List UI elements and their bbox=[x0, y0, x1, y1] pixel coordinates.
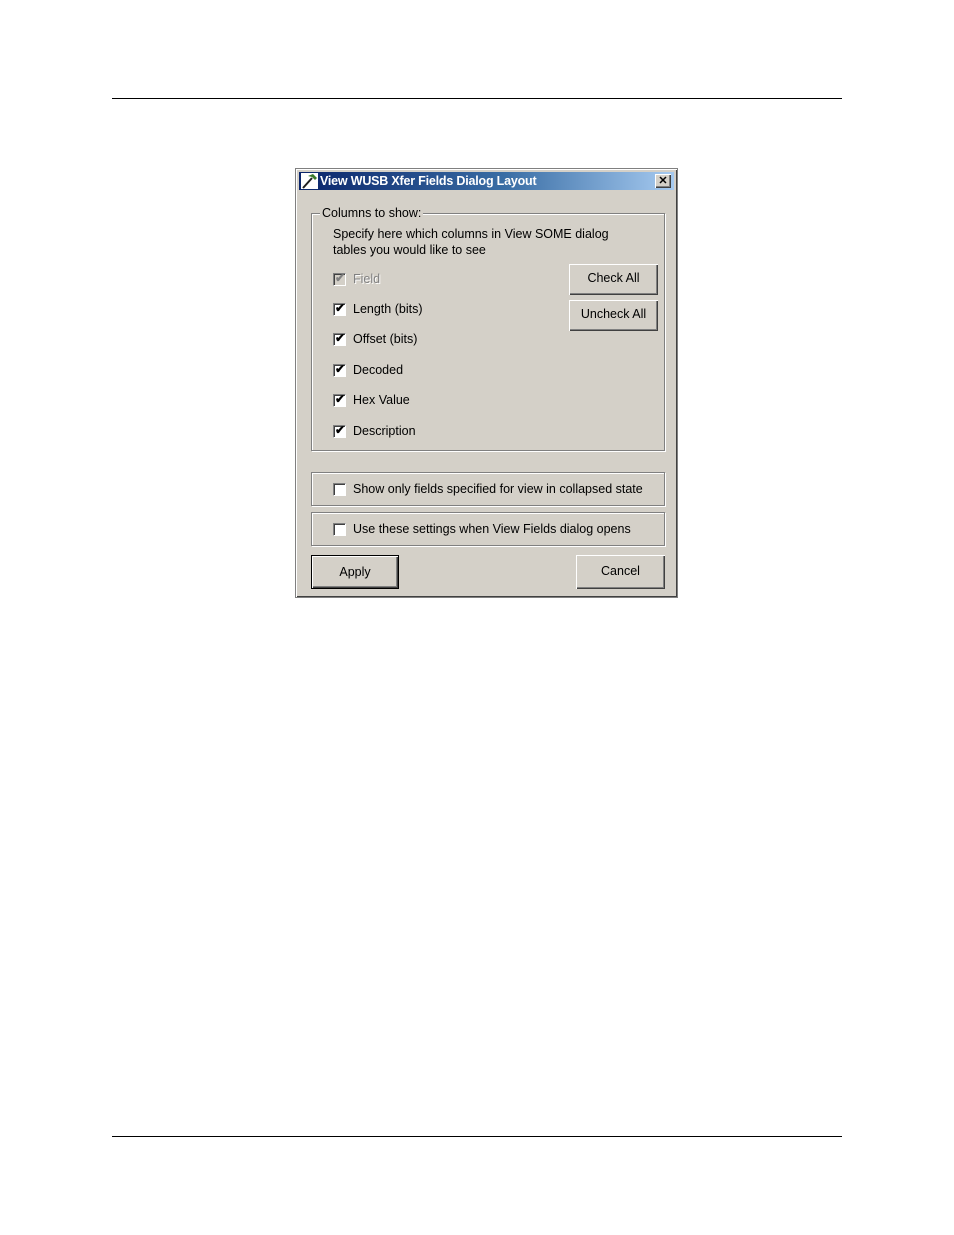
collapsed-state-option-box: Show only fields specified for view in c… bbox=[311, 472, 665, 506]
dialog-title: View WUSB Xfer Fields Dialog Layout bbox=[320, 174, 537, 188]
column-checkbox-hex-value[interactable]: ✔ Hex Value bbox=[333, 392, 410, 408]
footer-rule bbox=[112, 1136, 842, 1137]
collapsed-state-checkbox-row[interactable]: Show only fields specified for view in c… bbox=[333, 481, 643, 497]
title-bar[interactable]: View WUSB Xfer Fields Dialog Layout ✕ bbox=[299, 172, 674, 190]
use-settings-option-box: Use these settings when View Fields dial… bbox=[311, 512, 665, 546]
checkbox-label[interactable]: Hex Value bbox=[353, 393, 410, 407]
close-icon: ✕ bbox=[658, 175, 668, 187]
check-mark-icon: ✔ bbox=[335, 330, 346, 345]
check-mark-icon: ✔ bbox=[335, 391, 346, 406]
header-rule bbox=[112, 98, 842, 99]
checkbox[interactable] bbox=[333, 482, 346, 496]
checkbox-label[interactable]: Description bbox=[353, 424, 416, 438]
checkbox[interactable]: ✔ bbox=[333, 330, 346, 346]
check-all-button[interactable]: Check All bbox=[569, 264, 658, 295]
view-fields-layout-dialog: View WUSB Xfer Fields Dialog Layout ✕ Co… bbox=[295, 168, 678, 598]
checkbox-label[interactable]: Use these settings when View Fields dial… bbox=[353, 522, 631, 536]
column-checkbox-length[interactable]: ✔ Length (bits) bbox=[333, 301, 422, 317]
uncheck-all-button[interactable]: Uncheck All bbox=[569, 300, 658, 331]
checkbox-label[interactable]: Show only fields specified for view in c… bbox=[353, 482, 643, 496]
cancel-button[interactable]: Cancel bbox=[576, 555, 665, 589]
columns-groupbox: Columns to show: Specify here which colu… bbox=[311, 206, 665, 451]
check-mark-icon: ✔ bbox=[335, 361, 346, 376]
checkbox: ✔ bbox=[333, 270, 346, 286]
columns-group-label: Columns to show: bbox=[320, 206, 424, 220]
checkbox[interactable]: ✔ bbox=[333, 422, 346, 438]
checkbox-label[interactable]: Decoded bbox=[353, 363, 403, 377]
hammer-icon bbox=[301, 173, 318, 189]
apply-button[interactable]: Apply bbox=[311, 555, 399, 589]
column-checkbox-description[interactable]: ✔ Description bbox=[333, 423, 416, 439]
close-button[interactable]: ✕ bbox=[655, 174, 671, 188]
check-mark-icon: ✔ bbox=[335, 270, 346, 285]
checkbox[interactable]: ✔ bbox=[333, 391, 346, 407]
check-mark-icon: ✔ bbox=[335, 300, 346, 315]
columns-description: Specify here which columns in View SOME … bbox=[333, 227, 609, 257]
checkbox-label[interactable]: Length (bits) bbox=[353, 302, 422, 316]
column-checkbox-offset[interactable]: ✔ Offset (bits) bbox=[333, 331, 417, 347]
checkbox-label[interactable]: Offset (bits) bbox=[353, 332, 417, 346]
column-checkbox-field: ✔ Field bbox=[333, 271, 380, 287]
use-settings-checkbox-row[interactable]: Use these settings when View Fields dial… bbox=[333, 521, 631, 537]
checkbox-label: Field bbox=[353, 272, 381, 286]
checkbox[interactable]: ✔ bbox=[333, 300, 346, 316]
column-checkbox-decoded[interactable]: ✔ Decoded bbox=[333, 362, 403, 378]
checkbox[interactable]: ✔ bbox=[333, 361, 346, 377]
check-mark-icon: ✔ bbox=[335, 422, 346, 437]
checkbox[interactable] bbox=[333, 522, 346, 536]
